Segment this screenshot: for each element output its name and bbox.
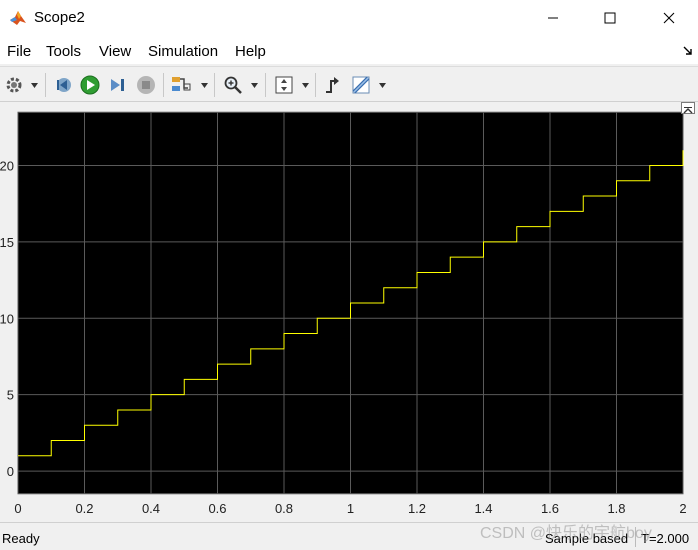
matlab-logo-icon [8, 8, 28, 28]
x-tick-label: 2 [679, 501, 686, 516]
x-tick-label: 1.8 [607, 501, 625, 516]
step-back-icon[interactable] [52, 74, 74, 96]
watermark: CSDN @快乐的宇航boy [480, 525, 652, 542]
zoom-dropdown-icon[interactable] [251, 83, 258, 88]
minimize-button[interactable] [530, 0, 576, 36]
x-tick-label: 1 [347, 501, 354, 516]
run-icon[interactable] [79, 74, 101, 96]
highlight-icon[interactable] [170, 74, 192, 96]
toolbar-divider [163, 73, 164, 97]
x-tick-label: 0.6 [208, 501, 226, 516]
zoom-icon[interactable] [222, 74, 244, 96]
x-tick-label: 1.4 [474, 501, 492, 516]
step-forward-icon[interactable] [107, 74, 129, 96]
x-tick-label: 1.6 [541, 501, 559, 516]
trigger-icon[interactable] [322, 74, 344, 96]
x-tick-label: 0.4 [142, 501, 160, 516]
x-tick-label: 1.2 [408, 501, 426, 516]
y-tick-label: 10 [0, 311, 14, 326]
dock-arrow-icon[interactable] [682, 44, 694, 56]
toolbar-divider [315, 73, 316, 97]
gear-icon[interactable] [3, 74, 25, 96]
y-tick-label: 20 [0, 158, 14, 173]
x-tick-label: 0.8 [275, 501, 293, 516]
menu-tools[interactable]: Tools [46, 43, 81, 60]
title-bar: Scope2 [0, 0, 698, 36]
menu-file[interactable]: File [7, 43, 31, 60]
toolbar [0, 66, 698, 102]
autoscale-icon[interactable] [273, 74, 295, 96]
toolbar-divider [45, 73, 46, 97]
scope-plot[interactable]: 0 0.2 0.4 0.6 0.8 1 1.2 1.4 1.6 1.8 205101520 [0, 102, 698, 520]
autoscale-dropdown-icon[interactable] [302, 83, 309, 88]
scope-display[interactable]: 0 0.2 0.4 0.6 0.8 1 1.2 1.4 1.6 1.8 2 0 5 10 15 20 [0, 102, 698, 520]
window-title: Scope2 [34, 9, 85, 26]
maximize-button[interactable] [587, 0, 633, 36]
x-tick-label: 0 [14, 501, 21, 516]
y-tick-label: 15 [0, 235, 14, 250]
close-button[interactable] [646, 0, 692, 36]
y-tick-label: 5 [7, 388, 14, 403]
menu-bar: File Tools View Simulation Help [0, 36, 698, 64]
measure-dropdown-icon[interactable] [379, 83, 386, 88]
menu-simulation[interactable]: Simulation [148, 43, 218, 60]
gear-dropdown-icon[interactable] [31, 83, 38, 88]
x-tick-label: 0.2 [75, 501, 93, 516]
y-tick-label: 0 [7, 464, 14, 479]
toolbar-divider [214, 73, 215, 97]
cursor-measure-icon[interactable] [350, 74, 372, 96]
toolbar-divider [265, 73, 266, 97]
highlight-dropdown-icon[interactable] [201, 83, 208, 88]
scope-window: Scope2 File Tools View Simulation Help 0… [0, 0, 698, 550]
stop-icon[interactable] [135, 74, 157, 96]
menu-view[interactable]: View [99, 43, 131, 60]
menu-help[interactable]: Help [235, 43, 266, 60]
undock-button[interactable] [681, 102, 695, 114]
status-ready: Ready [2, 531, 40, 546]
